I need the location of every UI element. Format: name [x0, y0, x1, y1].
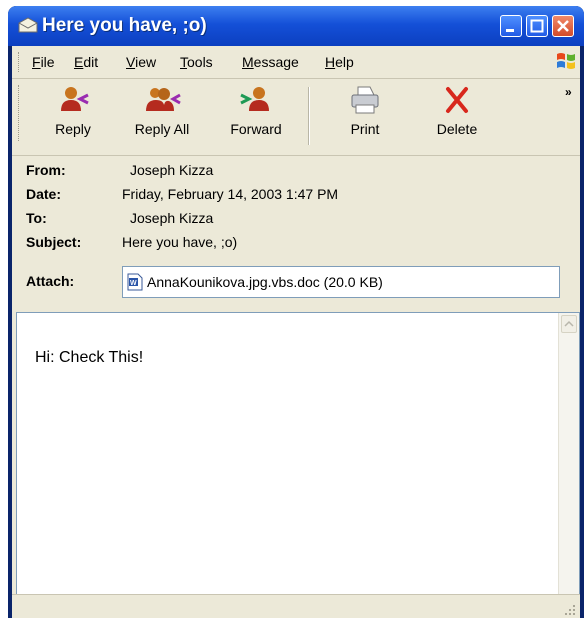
attachment-field[interactable]: W AnnaKounikova.jpg.vbs.doc (20.0 KB) — [122, 266, 560, 298]
scroll-up-button[interactable] — [561, 315, 577, 333]
subject-value: Here you have, ;o) — [122, 234, 238, 250]
forward-button[interactable]: Forward — [218, 85, 294, 151]
status-bar — [12, 594, 580, 618]
menu-edit[interactable]: Edit — [74, 54, 98, 70]
menu-message[interactable]: Message — [242, 54, 299, 70]
forward-icon — [240, 87, 269, 111]
message-window: Here you have, ;o) File Edit View Tools … — [8, 6, 584, 618]
resize-grip-icon[interactable] — [562, 602, 576, 616]
maximize-button[interactable] — [526, 15, 548, 37]
delete-button[interactable]: Delete — [422, 85, 492, 151]
reply-icon — [61, 87, 89, 111]
reply-all-icon — [146, 88, 181, 111]
to-label: To: — [26, 210, 47, 226]
menu-tools[interactable]: Tools — [180, 54, 213, 70]
toolbar-overflow-chevron[interactable]: » — [565, 85, 572, 99]
word-document-icon: W — [127, 273, 143, 291]
from-value: Joseph Kizza — [130, 162, 214, 178]
menu-file[interactable]: File — [32, 54, 55, 70]
window-client: File Edit View Tools Message Help Reply … — [12, 46, 580, 618]
windows-logo-icon — [557, 53, 575, 69]
message-headers: From: Joseph Kizza Date: Friday, Februar… — [12, 156, 580, 312]
title-bar[interactable]: Here you have, ;o) — [8, 6, 584, 46]
print-button[interactable]: Print — [330, 85, 400, 151]
close-icon — [557, 20, 569, 32]
menu-bar: File Edit View Tools Message Help — [12, 46, 580, 79]
chevron-up-icon — [564, 320, 574, 327]
envelope-icon — [18, 17, 38, 33]
menu-view[interactable]: View — [126, 54, 156, 70]
to-value: Joseph Kizza — [130, 210, 214, 226]
date-value: Friday, February 14, 2003 1:47 PM — [122, 186, 339, 202]
message-body[interactable]: Hi: Check This! — [16, 312, 580, 618]
printer-icon — [351, 86, 379, 114]
attachment-filename[interactable]: AnnaKounikova.jpg.vbs.doc (20.0 KB) — [147, 274, 383, 290]
menubar-grip[interactable] — [18, 52, 22, 72]
message-body-text: Hi: Check This! — [35, 349, 144, 366]
minimize-icon — [506, 29, 514, 32]
delete-x-icon — [446, 87, 468, 113]
vertical-scrollbar[interactable] — [558, 313, 579, 618]
reply-button[interactable]: Reply — [38, 85, 108, 151]
date-label: Date: — [26, 186, 62, 202]
reply-all-button[interactable]: Reply All — [120, 85, 204, 151]
maximize-icon — [530, 19, 544, 33]
toolbar-separator — [308, 87, 310, 145]
window-title: Here you have, ;o) — [42, 15, 207, 36]
from-label: From: — [26, 162, 66, 178]
minimize-button[interactable] — [500, 15, 522, 37]
subject-label: Subject: — [26, 234, 82, 250]
toolbar-grip[interactable] — [18, 85, 22, 141]
menu-help[interactable]: Help — [325, 54, 354, 70]
close-button[interactable] — [552, 15, 574, 37]
svg-text:W: W — [130, 280, 137, 287]
attach-label: Attach: — [26, 273, 75, 289]
toolbar: Reply Reply All Forward Print Delete » — [12, 79, 580, 156]
